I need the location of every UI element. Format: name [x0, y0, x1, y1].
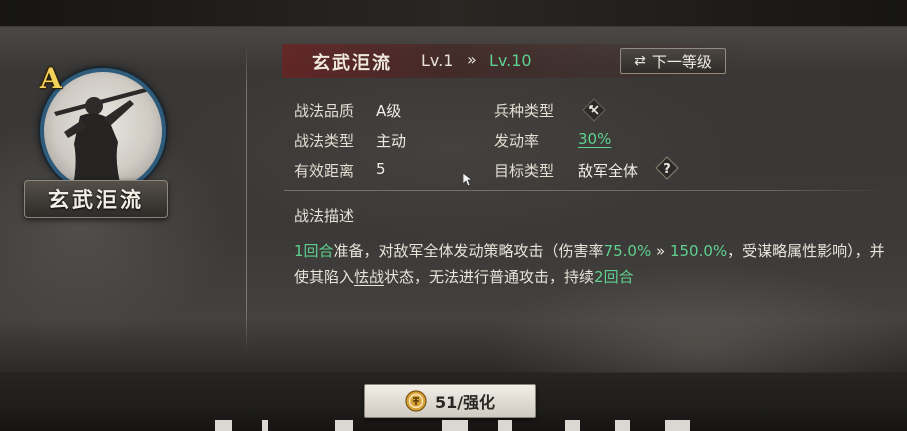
attr-range: 有效距离: [294, 160, 354, 181]
swap-icon: ⇄: [634, 53, 646, 69]
attr-type: 战法类型: [294, 130, 354, 151]
top-strip: [0, 0, 907, 26]
horizontal-divider: [284, 190, 888, 191]
desc-arrow: »: [651, 242, 670, 260]
attr-rate-value-wrap: 30%: [578, 130, 611, 148]
quality-label: 战法品质: [294, 102, 355, 120]
desc-prep-rounds: 1回合: [294, 242, 334, 260]
mouse-cursor-icon: [463, 173, 473, 187]
attr-troop: 兵种类型: [494, 100, 554, 121]
description-heading: 战法描述: [294, 207, 355, 225]
help-icon[interactable]: ?: [655, 156, 679, 180]
next-level-label: 下一等级: [651, 52, 712, 71]
attr-rate: 发动率: [494, 130, 539, 151]
range-label: 有效距离: [294, 162, 355, 180]
type-label: 战法类型: [294, 132, 355, 150]
troop-label: 兵种类型: [494, 102, 555, 120]
enhance-coin-icon: [405, 390, 427, 412]
bottom-cut-off-text: [0, 420, 907, 431]
attr-type-value-wrap: 主动: [376, 130, 406, 151]
attr-target-value-wrap: 敌军全体: [578, 160, 638, 181]
vertical-divider: [246, 44, 247, 352]
desc-duration: 2回合: [594, 268, 634, 286]
rate-label: 发动率: [494, 132, 540, 150]
desc-text-1: 准备，对敌军全体发动策略攻击（伤害率: [333, 242, 604, 260]
desc-text-3: 状态，无法进行普通攻击，持续: [384, 268, 595, 286]
enhance-button[interactable]: 51/强化: [364, 384, 536, 418]
attr-quality-value-wrap: A级: [376, 100, 401, 121]
attr-quality: 战法品质: [294, 100, 354, 121]
svg-text:?: ?: [663, 162, 671, 177]
quality-value: A级: [376, 102, 402, 120]
type-value: 主动: [376, 132, 407, 150]
skill-description: 1回合准备，对敌军全体发动策略攻击（伤害率75.0% » 150.0%，受谋略属…: [294, 238, 894, 290]
desc-damage-min: 75.0%: [603, 242, 652, 260]
target-value: 敌军全体: [578, 162, 639, 180]
rate-value: 30%: [578, 130, 612, 148]
target-label: 目标类型: [494, 162, 555, 180]
level-current: Lv.1: [421, 51, 454, 70]
range-value: 5: [376, 160, 386, 178]
skill-nameplate: 玄武洰流: [24, 180, 168, 218]
level-next: Lv.10: [489, 51, 532, 70]
skill-title: 玄武洰流: [312, 53, 392, 74]
grade-badge: A: [40, 62, 62, 95]
attr-target: 目标类型: [494, 160, 554, 181]
attr-range-value-wrap: 5: [376, 160, 386, 178]
enhance-label: 51/强化: [434, 393, 496, 412]
desc-damage-max: 150.0%: [669, 242, 728, 260]
desc-status-link[interactable]: 怯战: [354, 268, 384, 286]
troop-type-icon[interactable]: [582, 98, 606, 122]
next-level-button[interactable]: ⇄ 下一等级: [620, 48, 726, 74]
level-arrow: »: [467, 50, 477, 69]
